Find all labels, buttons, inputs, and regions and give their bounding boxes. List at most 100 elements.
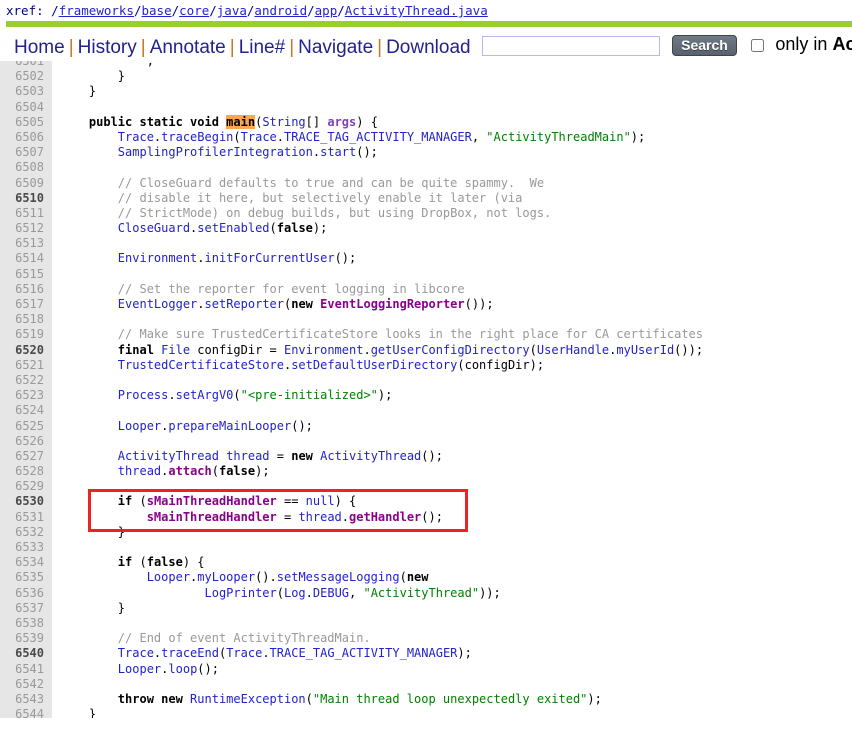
nav-link-group[interactable]: Home | History | Annotate | Line# | Navigate | Dow…	[14, 37, 471, 58]
code-token-id[interactable]: thread	[226, 449, 269, 463]
line-number[interactable]: 6516	[0, 282, 52, 297]
line-number[interactable]: 6520	[0, 343, 52, 358]
xref-path-links[interactable]: /frameworks/base/core/java/android/app/A…	[51, 3, 488, 18]
search-button[interactable]: Search	[672, 35, 737, 56]
code-token-id[interactable]: Environment	[60, 251, 197, 265]
xref-path-segment[interactable]: core	[179, 3, 209, 18]
code-token-id[interactable]: Looper	[60, 570, 190, 584]
line-number[interactable]: 6506	[0, 130, 52, 145]
code-token-var[interactable]: attach	[168, 464, 211, 478]
line-number[interactable]: 6522	[0, 373, 52, 388]
line-number[interactable]: 6540	[0, 646, 52, 661]
line-number[interactable]: 6523	[0, 388, 52, 403]
code-token-var[interactable]: getHandler	[349, 510, 421, 524]
code-token-id[interactable]: CloseGuard	[60, 221, 190, 235]
code-token-var[interactable]: EventLoggingReporter	[320, 297, 465, 311]
line-number[interactable]: 6528	[0, 464, 52, 479]
nav-link-download[interactable]: Download	[386, 37, 471, 58]
code-token-id[interactable]: LogPrinter	[60, 586, 276, 600]
code-token-id[interactable]: prepareMainLooper	[168, 419, 291, 433]
code-token-id[interactable]: Process	[60, 388, 169, 402]
line-number[interactable]: 6534	[0, 555, 52, 570]
code-token-id[interactable]: File	[161, 343, 190, 357]
code-token-id[interactable]: ActivityThread	[320, 449, 421, 463]
code-token-id[interactable]: ActivityThread	[60, 449, 219, 463]
code-token-id[interactable]: Trace	[241, 130, 277, 144]
line-number[interactable]: 6541	[0, 662, 52, 677]
xref-path-segment[interactable]: android	[254, 3, 307, 18]
code-token-id[interactable]: start	[320, 145, 356, 159]
line-number[interactable]: 6507	[0, 145, 52, 160]
code-token-id[interactable]: Environment	[284, 343, 363, 357]
line-number[interactable]: 6537	[0, 601, 52, 616]
code-token-id[interactable]: myUserId	[616, 343, 674, 357]
line-number[interactable]: 6535	[0, 570, 52, 585]
search-input[interactable]	[481, 35, 660, 56]
code-token-id[interactable]: setEnabled	[197, 221, 269, 235]
code-token-id[interactable]: TRACE_TAG_ACTIVITY_MANAGER	[284, 130, 472, 144]
code-token-id[interactable]: setArgV0	[176, 388, 234, 402]
code-token-id[interactable]: TRACE_TAG_ACTIVITY_MANAGER	[270, 646, 458, 660]
line-number[interactable]: 6515	[0, 267, 52, 282]
code-token-var[interactable]: sMainThreadHandler	[60, 510, 277, 524]
line-number[interactable]: 6512	[0, 221, 52, 236]
line-number[interactable]: 6527	[0, 449, 52, 464]
code-token-id[interactable]: Trace	[60, 130, 154, 144]
code-token-id[interactable]: EventLogger	[60, 297, 197, 311]
code-token-id[interactable]: String	[262, 115, 305, 129]
code-token-id[interactable]: Log	[284, 586, 306, 600]
code-token-id[interactable]: Looper	[60, 662, 161, 676]
line-number[interactable]: 6504	[0, 100, 52, 115]
code-token-id[interactable]: loop	[168, 662, 197, 676]
line-number[interactable]: 6518	[0, 312, 52, 327]
line-number[interactable]: 6508	[0, 160, 52, 175]
line-number[interactable]: 6533	[0, 540, 52, 555]
code-token-id[interactable]: thread	[298, 510, 341, 524]
nav-link-home[interactable]: Home	[14, 37, 65, 58]
code-token-id[interactable]: SamplingProfilerIntegration	[60, 145, 313, 159]
code-token-id[interactable]: setReporter	[205, 297, 284, 311]
line-number[interactable]: 6501	[0, 61, 52, 69]
code-token-id[interactable]: getUserConfigDirectory	[371, 343, 530, 357]
code-token-id[interactable]: initForCurrentUser	[205, 251, 335, 265]
code-token-id[interactable]: null	[306, 494, 335, 508]
line-number[interactable]: 6543	[0, 692, 52, 707]
line-number[interactable]: 6503	[0, 84, 52, 99]
code-token-id[interactable]: traceEnd	[161, 646, 219, 660]
code-token-id[interactable]: TrustedCertificateStore	[60, 358, 284, 372]
code-token-id[interactable]: setMessageLogging	[277, 570, 400, 584]
line-number[interactable]: 6511	[0, 206, 52, 221]
line-number[interactable]: 6542	[0, 677, 52, 692]
line-number[interactable]: 6532	[0, 525, 52, 540]
line-number[interactable]: 6513	[0, 236, 52, 251]
code-token-id[interactable]: Looper	[60, 419, 161, 433]
xref-path-segment[interactable]: base	[142, 3, 172, 18]
nav-link-history[interactable]: History	[78, 37, 137, 58]
line-number[interactable]: 6519	[0, 327, 52, 342]
line-number[interactable]: 6524	[0, 403, 52, 418]
code-token-id[interactable]: traceBegin	[161, 130, 233, 144]
code-token-id[interactable]: Trace	[60, 646, 154, 660]
line-number[interactable]: 6529	[0, 479, 52, 494]
line-number[interactable]: 6502	[0, 69, 52, 84]
code-token-id[interactable]: RuntimeException	[190, 692, 306, 706]
line-number[interactable]: 6517	[0, 297, 52, 312]
line-number[interactable]: 6538	[0, 616, 52, 631]
line-number[interactable]: 6539	[0, 631, 52, 646]
line-number[interactable]: 6526	[0, 434, 52, 449]
line-number[interactable]: 6514	[0, 251, 52, 266]
line-number[interactable]: 6505	[0, 115, 52, 130]
line-number[interactable]: 6525	[0, 419, 52, 434]
line-number[interactable]: 6509	[0, 176, 52, 191]
xref-path-segment[interactable]: app	[315, 3, 338, 18]
only-in-file-checkbox[interactable]	[751, 39, 765, 52]
code-token-id[interactable]: DEBUG	[313, 586, 349, 600]
code-token-id[interactable]: setDefaultUserDirectory	[291, 358, 457, 372]
xref-path-segment[interactable]: java	[217, 3, 247, 18]
code-token-var[interactable]: sMainThreadHandler	[147, 494, 277, 508]
nav-link-annotate[interactable]: Annotate	[150, 37, 226, 58]
line-number[interactable]: 6530	[0, 494, 52, 509]
code-token-id[interactable]: UserHandle	[537, 343, 609, 357]
line-number[interactable]: 6531	[0, 510, 52, 525]
code-token-id[interactable]: Trace	[226, 646, 262, 660]
